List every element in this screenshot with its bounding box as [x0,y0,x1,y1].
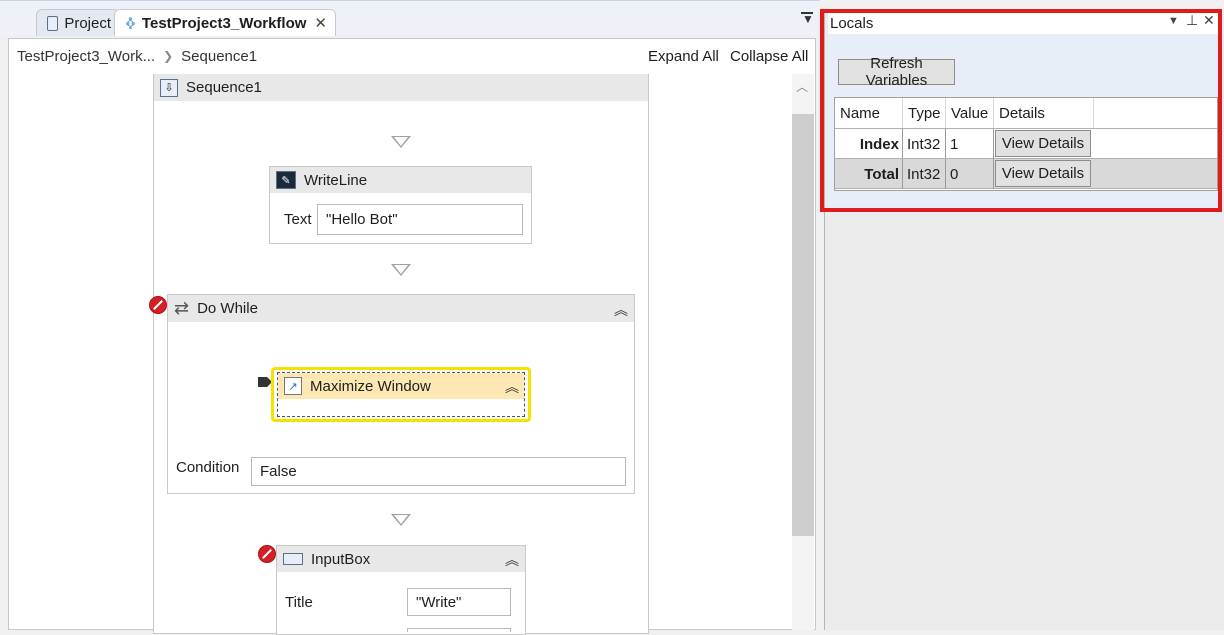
writeline-text-field[interactable]: "Hello Bot" [317,204,523,235]
dowhile-title: Do While [197,300,258,317]
condition-field[interactable]: False [251,457,626,486]
dowhile-header[interactable]: ⇄ Do While [168,295,634,322]
scrollbar-thumb[interactable] [792,114,814,536]
collapse-inputbox-icon[interactable]: ︽ [505,550,519,570]
maximize-icon: ↗ [284,377,302,395]
close-icon[interactable]: ✕ [314,14,327,32]
workflow-icon [126,17,135,30]
sequence-icon: ⇩ [160,78,178,97]
drop-arrow-icon[interactable] [391,514,411,526]
writeline-header[interactable]: ✎ WriteLine [270,167,531,193]
inputbox-icon [283,553,303,565]
collapse-dowhile-icon[interactable]: ︽ [614,300,628,320]
drop-arrow-icon[interactable] [391,264,411,276]
writeline-text-label: Text [284,211,312,228]
maximize-window-title: Maximize Window [310,377,431,395]
inputbox-title: InputBox [311,550,371,568]
sequence-header[interactable]: ⇩ Sequence1 [154,74,648,101]
tab-overflow-icon[interactable]: ▼ [802,12,814,26]
tab-project-label: Project [64,14,111,32]
breadcrumb-item-project[interactable]: TestProject3_Work... [17,48,155,65]
scroll-up-icon[interactable]: ︿ [796,78,808,95]
tab-project[interactable]: Project [36,9,120,36]
error-icon [258,545,276,563]
loop-icon: ⇄ [174,298,190,318]
writeline-title: WriteLine [304,171,368,189]
tab-overflow-bar [801,12,813,14]
breadcrumb-item-sequence[interactable]: Sequence1 [181,48,257,65]
inputbox-header[interactable]: InputBox [277,546,525,572]
expand-all-button[interactable]: Expand All [648,48,719,65]
project-icon [47,15,59,31]
sequence-title: Sequence1 [186,79,262,96]
highlight-box [820,9,1222,212]
error-icon [149,296,167,314]
collapse-all-button[interactable]: Collapse All [730,48,808,65]
maximize-window-header[interactable]: ↗ Maximize Window [278,373,524,399]
tab-workflow[interactable]: TestProject3_Workflow ✕ [114,9,336,36]
tab-workflow-label: TestProject3_Workflow [141,14,307,32]
writeline-icon: ✎ [276,171,296,189]
chevron-right-icon: ❯ [163,49,174,63]
inputbox-next-field[interactable] [407,628,511,632]
collapse-maximize-icon[interactable]: ︽ [505,377,519,397]
inputbox-title-label: Title [285,594,313,611]
inputbox-title-field[interactable]: "Write" [407,588,511,616]
drop-arrow-icon[interactable] [391,136,411,148]
condition-label: Condition [176,459,240,476]
